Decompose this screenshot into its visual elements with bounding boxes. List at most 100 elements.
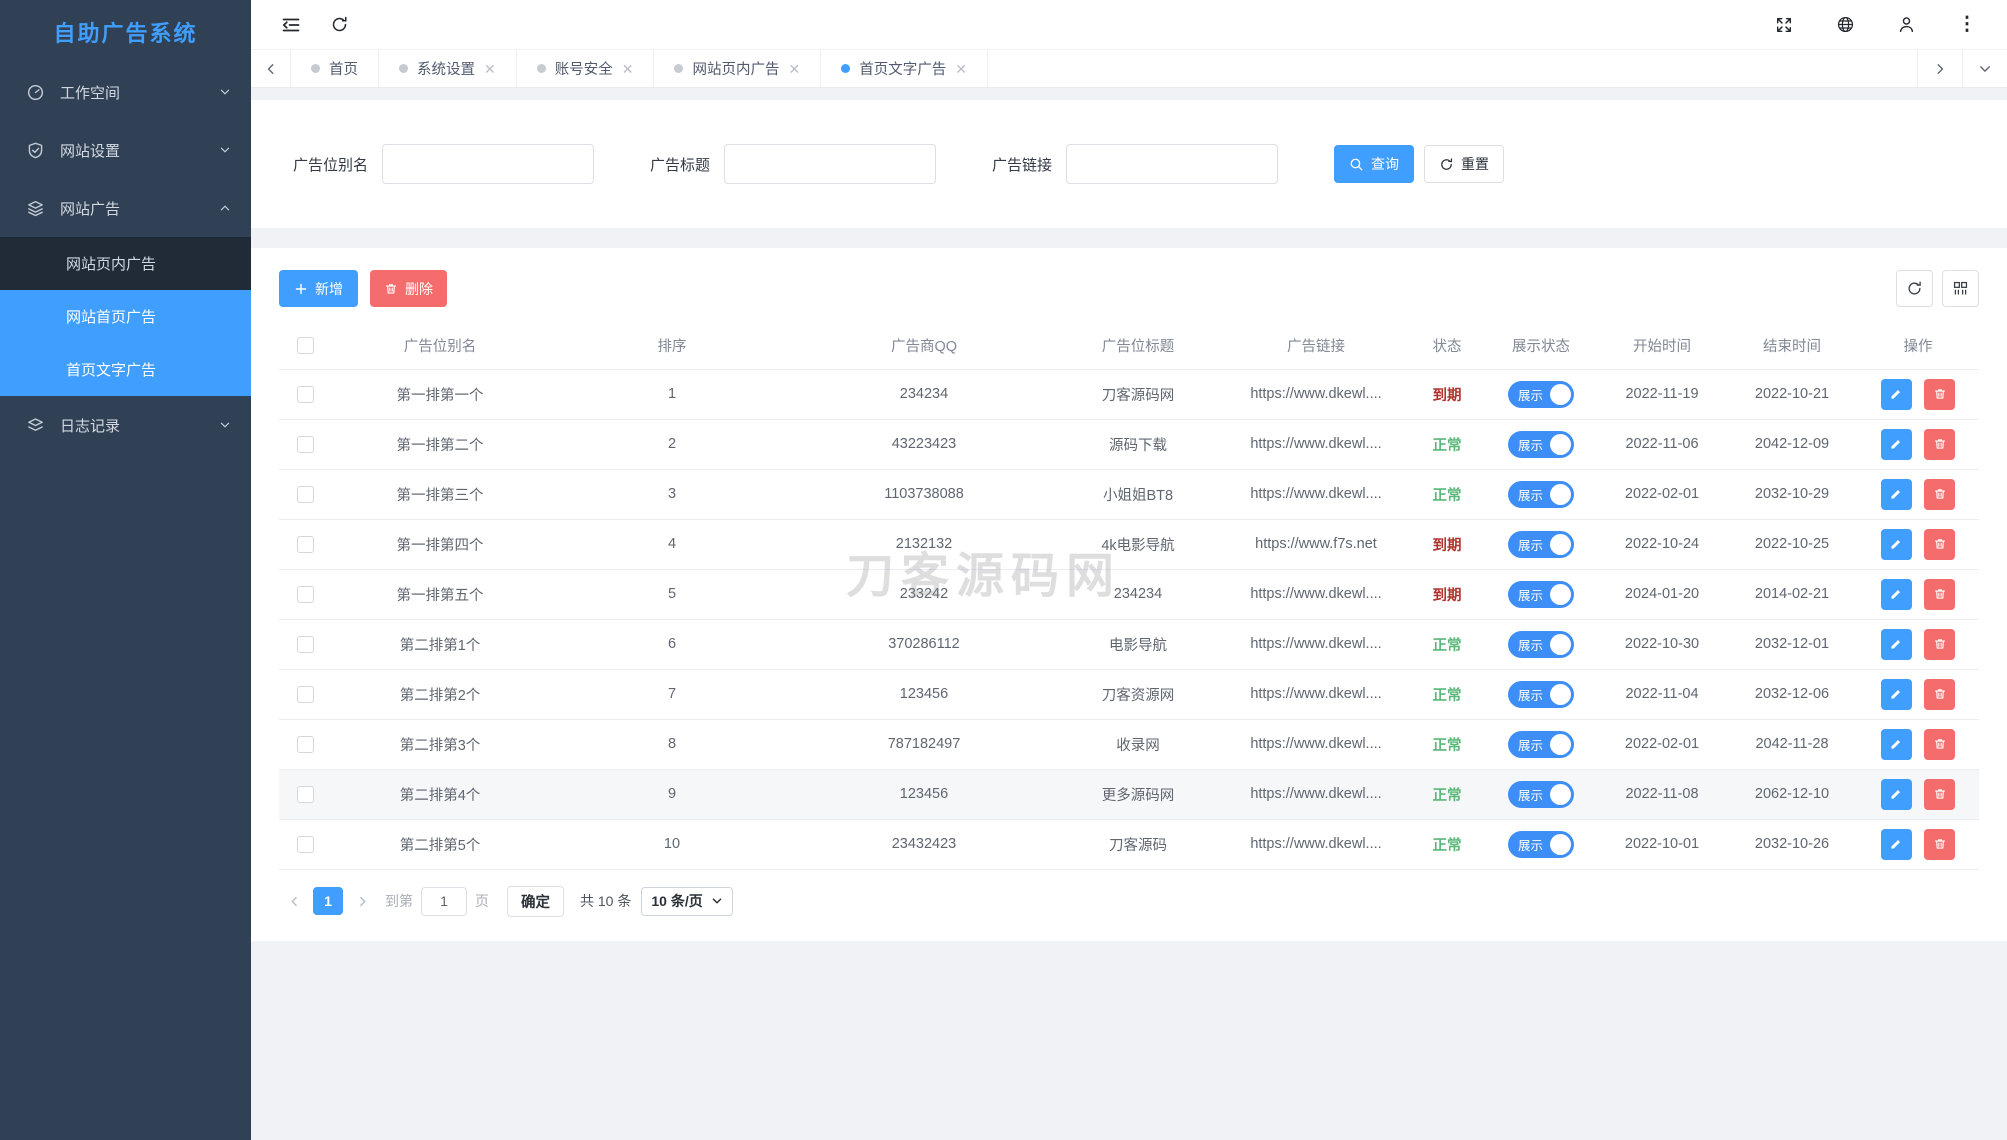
- row-checkbox[interactable]: [297, 586, 314, 603]
- ad-link-input[interactable]: [1066, 144, 1278, 184]
- delete-row-button[interactable]: [1924, 429, 1955, 460]
- tab-system-settings[interactable]: 系统设置 ✕: [379, 50, 517, 87]
- column-settings-button[interactable]: [1942, 270, 1979, 307]
- edit-row-button[interactable]: [1881, 629, 1912, 660]
- more-menu-button[interactable]: ⋮: [1949, 7, 1985, 43]
- tab-home[interactable]: 首页: [291, 50, 379, 87]
- row-checkbox[interactable]: [297, 486, 314, 503]
- display-toggle[interactable]: 展示: [1508, 681, 1574, 708]
- cell-ad-alias: 第一排第三个: [331, 469, 549, 519]
- display-toggle[interactable]: 展示: [1508, 581, 1574, 608]
- tabs-dropdown-button[interactable]: [1962, 50, 2007, 87]
- edit-row-button[interactable]: [1881, 679, 1912, 710]
- select-all-checkbox[interactable]: [297, 337, 314, 354]
- page-unit-label: 页: [475, 891, 489, 911]
- sidebar-item-home-text-ads[interactable]: 首页文字广告: [0, 343, 251, 396]
- chevron-down-icon: [1978, 62, 1992, 76]
- user-menu-button[interactable]: [1888, 7, 1924, 43]
- row-checkbox[interactable]: [297, 436, 314, 453]
- add-button[interactable]: 新增: [279, 270, 358, 307]
- sidebar-item-inpage-ads[interactable]: 网站页内广告: [0, 237, 251, 290]
- delete-row-button[interactable]: [1924, 729, 1955, 760]
- display-toggle[interactable]: 展示: [1508, 431, 1574, 458]
- sidebar-item-logs[interactable]: 日志记录: [0, 396, 251, 454]
- tab-dot-icon: [674, 64, 683, 73]
- delete-button[interactable]: 删除: [370, 270, 447, 307]
- collapse-sidebar-button[interactable]: [273, 7, 309, 43]
- page-number-1[interactable]: 1: [313, 887, 343, 915]
- chevron-down-icon: [219, 86, 231, 98]
- page-size-select[interactable]: 10 条/页: [641, 887, 732, 916]
- tab-account-security[interactable]: 账号安全 ✕: [517, 50, 655, 87]
- chevron-right-icon: [356, 895, 369, 908]
- sidebar-item-site-ads[interactable]: 网站广告: [0, 179, 251, 237]
- fullscreen-button[interactable]: [1766, 7, 1802, 43]
- fullscreen-icon: [1775, 16, 1793, 34]
- edit-row-button[interactable]: [1881, 429, 1912, 460]
- display-toggle[interactable]: 展示: [1508, 381, 1574, 408]
- row-checkbox[interactable]: [297, 736, 314, 753]
- tab-close-icon[interactable]: ✕: [622, 62, 634, 76]
- delete-row-button[interactable]: [1924, 829, 1955, 860]
- reset-button[interactable]: 重置: [1424, 145, 1504, 183]
- page-size-label: 10 条/页: [651, 891, 702, 911]
- delete-row-button[interactable]: [1924, 579, 1955, 610]
- tab-close-icon[interactable]: ✕: [955, 62, 967, 76]
- sidebar-item-workspace[interactable]: 工作空间: [0, 63, 251, 121]
- next-page-button[interactable]: [347, 887, 377, 915]
- tab-inpage-ads[interactable]: 网站页内广告 ✕: [654, 50, 821, 87]
- cell-end-time: 2032-10-29: [1727, 469, 1857, 519]
- delete-row-button[interactable]: [1924, 779, 1955, 810]
- display-toggle[interactable]: 展示: [1508, 731, 1574, 758]
- display-toggle[interactable]: 展示: [1508, 481, 1574, 508]
- toggle-label: 展示: [1518, 485, 1543, 504]
- table-panel: 新增 删除: [251, 248, 2007, 941]
- edit-row-button[interactable]: [1881, 829, 1912, 860]
- field-ad-title: 广告标题: [650, 144, 936, 184]
- row-checkbox[interactable]: [297, 686, 314, 703]
- goto-page-input[interactable]: [421, 887, 467, 916]
- row-checkbox[interactable]: [297, 786, 314, 803]
- ad-title-input[interactable]: [724, 144, 936, 184]
- ad-alias-input[interactable]: [382, 144, 594, 184]
- language-button[interactable]: [1827, 7, 1863, 43]
- delete-row-button[interactable]: [1924, 679, 1955, 710]
- row-checkbox[interactable]: [297, 386, 314, 403]
- edit-row-button[interactable]: [1881, 729, 1912, 760]
- display-toggle[interactable]: 展示: [1508, 631, 1574, 658]
- tab-close-icon[interactable]: ✕: [788, 62, 800, 76]
- edit-row-button[interactable]: [1881, 379, 1912, 410]
- row-checkbox[interactable]: [297, 836, 314, 853]
- refresh-page-button[interactable]: [321, 7, 357, 43]
- tab-home-text-ads[interactable]: 首页文字广告 ✕: [821, 50, 988, 87]
- tabs-scroll-left-button[interactable]: [251, 50, 291, 87]
- goto-confirm-button[interactable]: 确定: [507, 886, 564, 917]
- tab-close-icon[interactable]: ✕: [484, 62, 496, 76]
- tabs-scroll-right-button[interactable]: [1917, 50, 1962, 87]
- delete-row-button[interactable]: [1924, 629, 1955, 660]
- sidebar-item-homepage-ads[interactable]: 网站首页广告: [0, 290, 251, 343]
- display-toggle[interactable]: 展示: [1508, 781, 1574, 808]
- cell-ad-link: https://www.dkewl....: [1223, 569, 1409, 619]
- row-checkbox[interactable]: [297, 636, 314, 653]
- query-button[interactable]: 查询: [1334, 145, 1414, 183]
- cell-ad-title: 刀客资源网: [1053, 669, 1223, 719]
- cell-status: 正常: [1409, 769, 1485, 819]
- edit-row-button[interactable]: [1881, 529, 1912, 560]
- cell-ad-link: https://www.dkewl....: [1223, 819, 1409, 869]
- edit-row-button[interactable]: [1881, 779, 1912, 810]
- delete-row-button[interactable]: [1924, 529, 1955, 560]
- refresh-icon: [330, 15, 349, 34]
- delete-row-button[interactable]: [1924, 379, 1955, 410]
- sidebar: 自助广告系统 工作空间 网站设置 网站广告 网站页内广告 网站首页广告 首页文字…: [0, 0, 251, 1140]
- display-toggle[interactable]: 展示: [1508, 531, 1574, 558]
- field-ad-link: 广告链接: [992, 144, 1278, 184]
- sidebar-item-site-settings[interactable]: 网站设置: [0, 121, 251, 179]
- display-toggle[interactable]: 展示: [1508, 831, 1574, 858]
- delete-row-button[interactable]: [1924, 479, 1955, 510]
- prev-page-button[interactable]: [279, 887, 309, 915]
- refresh-table-button[interactable]: [1896, 270, 1933, 307]
- edit-row-button[interactable]: [1881, 579, 1912, 610]
- row-checkbox[interactable]: [297, 536, 314, 553]
- edit-row-button[interactable]: [1881, 479, 1912, 510]
